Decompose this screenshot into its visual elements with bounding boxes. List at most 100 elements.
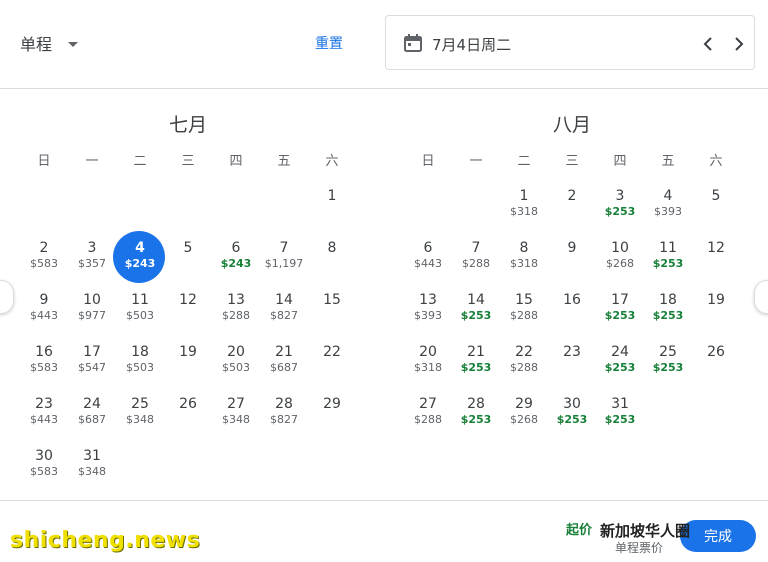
chevron-right-icon[interactable] [728, 33, 750, 55]
day-cell[interactable]: 26 [692, 336, 740, 388]
day-cell[interactable]: 24 $687 [68, 388, 116, 440]
day-cell[interactable]: 12 [692, 232, 740, 284]
day-cell[interactable]: 24 $253 [596, 336, 644, 388]
day-cell[interactable]: 11 $503 [116, 284, 164, 336]
day-cell[interactable]: 20 $318 [404, 336, 452, 388]
day-number: 6 [423, 240, 433, 256]
weekday-label: 四 [229, 154, 243, 169]
day-cell[interactable]: 13 $393 [404, 284, 452, 336]
day-number: 7 [279, 240, 289, 256]
day-number: 29 [515, 396, 533, 412]
day-cell[interactable]: 13 $288 [212, 284, 260, 336]
day-number: 31 [611, 396, 629, 412]
day-cell[interactable]: 5 [164, 232, 212, 284]
month-july: 七月 日一二三四五六 1 2 $583 3 $357 4 $243 5 6 $243 7 $1,197… [20, 110, 356, 492]
day-cell[interactable]: 7 $1,197 [260, 232, 308, 284]
scroll-left-button[interactable] [0, 280, 14, 314]
day-cell[interactable]: 3 $253 [596, 180, 644, 232]
day-cell[interactable]: 29 $268 [500, 388, 548, 440]
day-cell[interactable]: 15 [308, 284, 356, 336]
day-cell[interactable]: 18 $503 [116, 336, 164, 388]
chevron-left-icon[interactable] [697, 33, 719, 55]
day-price: $393 [654, 205, 682, 218]
weekday-label: 六 [709, 154, 723, 169]
day-cell[interactable]: 18 $253 [644, 284, 692, 336]
day-cell[interactable]: 15 $288 [500, 284, 548, 336]
day-cell[interactable]: 22 $288 [500, 336, 548, 388]
day-cell[interactable]: 31 $348 [68, 440, 116, 492]
day-number: 19 [707, 292, 725, 308]
reset-button[interactable]: 重置 [315, 33, 343, 53]
day-cell[interactable]: 6 $443 [404, 232, 452, 284]
day-price: $253 [556, 413, 588, 426]
day-cell[interactable]: 9 [548, 232, 596, 284]
day-cell[interactable]: 1 $318 [500, 180, 548, 232]
day-cell[interactable]: 2 [548, 180, 596, 232]
day-cell[interactable]: 26 [164, 388, 212, 440]
day-number: 3 [87, 240, 97, 256]
day-number: 11 [131, 292, 149, 308]
day-number: 14 [467, 292, 485, 308]
day-cell[interactable]: 23 $443 [20, 388, 68, 440]
day-cell[interactable]: 6 $243 [212, 232, 260, 284]
day-cell[interactable]: 20 $503 [212, 336, 260, 388]
day-cell[interactable]: 27 $288 [404, 388, 452, 440]
day-cell[interactable]: 16 [548, 284, 596, 336]
day-price: $443 [30, 309, 58, 322]
day-cell[interactable]: 25 $348 [116, 388, 164, 440]
day-cell[interactable]: 4 $393 [644, 180, 692, 232]
day-cell[interactable]: 2 $583 [20, 232, 68, 284]
day-cell[interactable]: 19 [692, 284, 740, 336]
day-price: $318 [510, 257, 538, 270]
day-number: 10 [611, 240, 629, 256]
day-number: 17 [83, 344, 101, 360]
day-number: 15 [515, 292, 533, 308]
date-field[interactable]: 7月4日周二 [385, 15, 755, 70]
day-cell[interactable]: 12 [164, 284, 212, 336]
day-price: $503 [222, 361, 250, 374]
day-cell[interactable]: 8 $318 [500, 232, 548, 284]
trip-type-dropdown[interactable]: 单程 [20, 30, 79, 56]
day-grid: 1 $318 2 3 $253 4 $393 5 6 $443 7 $288 8 $318 9 10 $268 1… [404, 180, 740, 440]
day-cell[interactable]: 7 $288 [452, 232, 500, 284]
scroll-right-button[interactable] [754, 280, 768, 314]
day-cell[interactable]: 3 $357 [68, 232, 116, 284]
day-cell[interactable]: 5 [692, 180, 740, 232]
day-cell[interactable]: 25 $253 [644, 336, 692, 388]
day-cell[interactable]: 23 [548, 336, 596, 388]
day-cell[interactable]: 29 [308, 388, 356, 440]
day-cell-selected[interactable]: 4 $243 [113, 231, 165, 284]
day-number: 9 [39, 292, 49, 308]
day-cell[interactable]: 10 $977 [68, 284, 116, 336]
day-cell[interactable]: 14 $253 [452, 284, 500, 336]
day-cell[interactable]: 11 $253 [644, 232, 692, 284]
day-cell[interactable]: 10 $268 [596, 232, 644, 284]
day-price: $583 [30, 257, 58, 270]
day-price: $253 [460, 413, 492, 426]
day-cell[interactable]: 21 $253 [452, 336, 500, 388]
day-cell[interactable]: 28 $253 [452, 388, 500, 440]
day-number: 28 [467, 396, 485, 412]
day-number: 26 [707, 344, 725, 360]
done-button[interactable]: 完成 [680, 520, 756, 552]
day-cell[interactable]: 14 $827 [260, 284, 308, 336]
day-cell[interactable]: 9 $443 [20, 284, 68, 336]
day-cell[interactable]: 30 $253 [548, 388, 596, 440]
day-price: $288 [462, 257, 490, 270]
day-cell[interactable]: 27 $348 [212, 388, 260, 440]
day-cell[interactable]: 17 $547 [68, 336, 116, 388]
day-number: 20 [419, 344, 437, 360]
day-cell[interactable]: 1 [308, 180, 356, 232]
day-price: $318 [414, 361, 442, 374]
day-cell[interactable]: 16 $583 [20, 336, 68, 388]
day-cell[interactable]: 19 [164, 336, 212, 388]
day-cell[interactable]: 28 $827 [260, 388, 308, 440]
day-cell[interactable]: 30 $583 [20, 440, 68, 492]
day-cell[interactable]: 22 [308, 336, 356, 388]
day-number: 22 [323, 344, 341, 360]
day-cell[interactable]: 17 $253 [596, 284, 644, 336]
day-number: 1 [519, 188, 529, 204]
day-cell[interactable]: 31 $253 [596, 388, 644, 440]
day-cell[interactable]: 8 [308, 232, 356, 284]
day-cell[interactable]: 21 $687 [260, 336, 308, 388]
